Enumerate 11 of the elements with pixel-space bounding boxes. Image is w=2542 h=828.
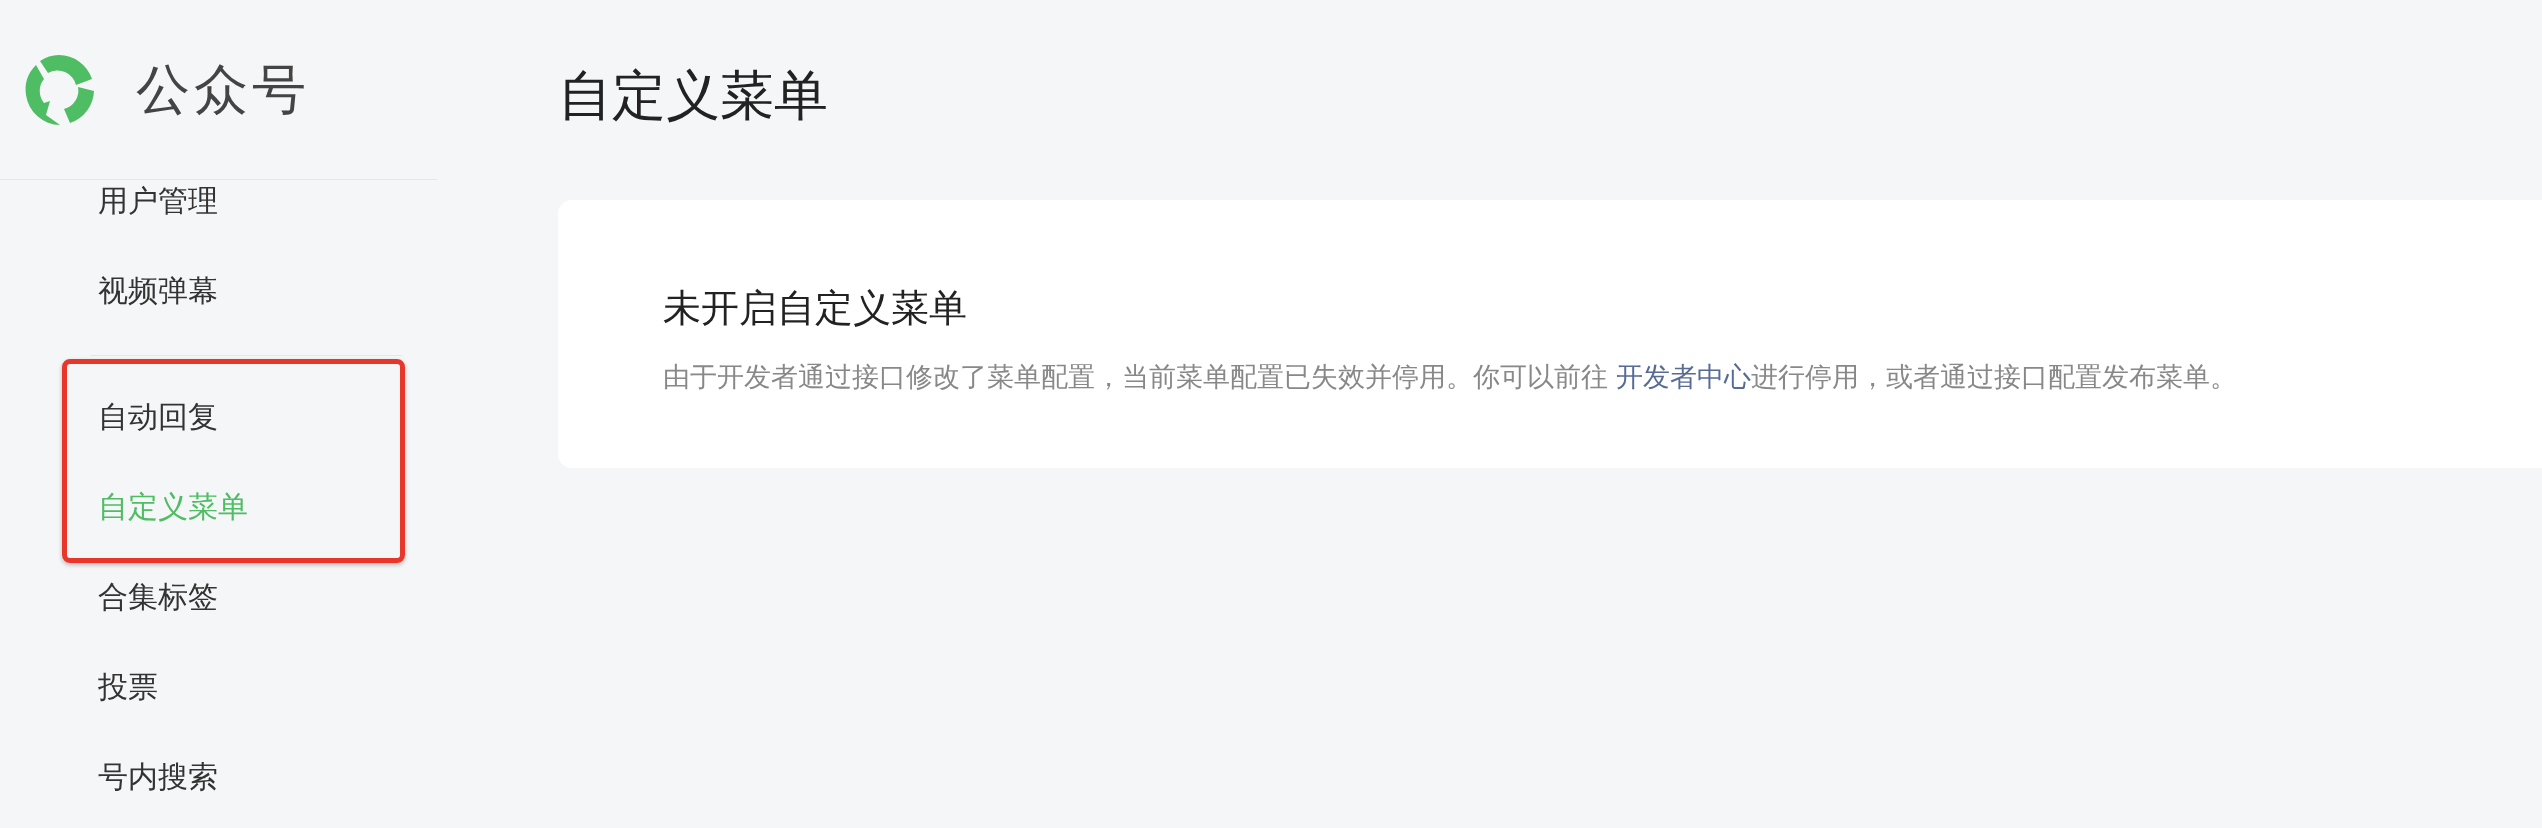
developer-center-link[interactable]: 开发者中心 xyxy=(1615,362,1751,392)
notice-title: 未开启自定义菜单 xyxy=(663,286,968,331)
sidebar-item[interactable]: 号内搜索 xyxy=(0,731,437,821)
notice-text: 由于开发者通过接口修改了菜单配置，当前菜单配置已失效并停用。你可以前往 开发者中心进行停用，或者通过接口配置发布菜单。 xyxy=(663,361,2238,394)
sidebar-item[interactable]: 用户管理 xyxy=(0,155,437,245)
sidebar-item[interactable]: 合集标签 xyxy=(0,551,437,641)
sidebar-item[interactable]: 视频弹幕 xyxy=(0,245,437,335)
sidebar-item[interactable]: 投票 xyxy=(0,641,437,731)
sidebar-item[interactable]: 自动回复 xyxy=(0,371,437,461)
brand-title: 公众号 xyxy=(136,58,310,121)
page-title: 自定义菜单 xyxy=(558,63,828,127)
